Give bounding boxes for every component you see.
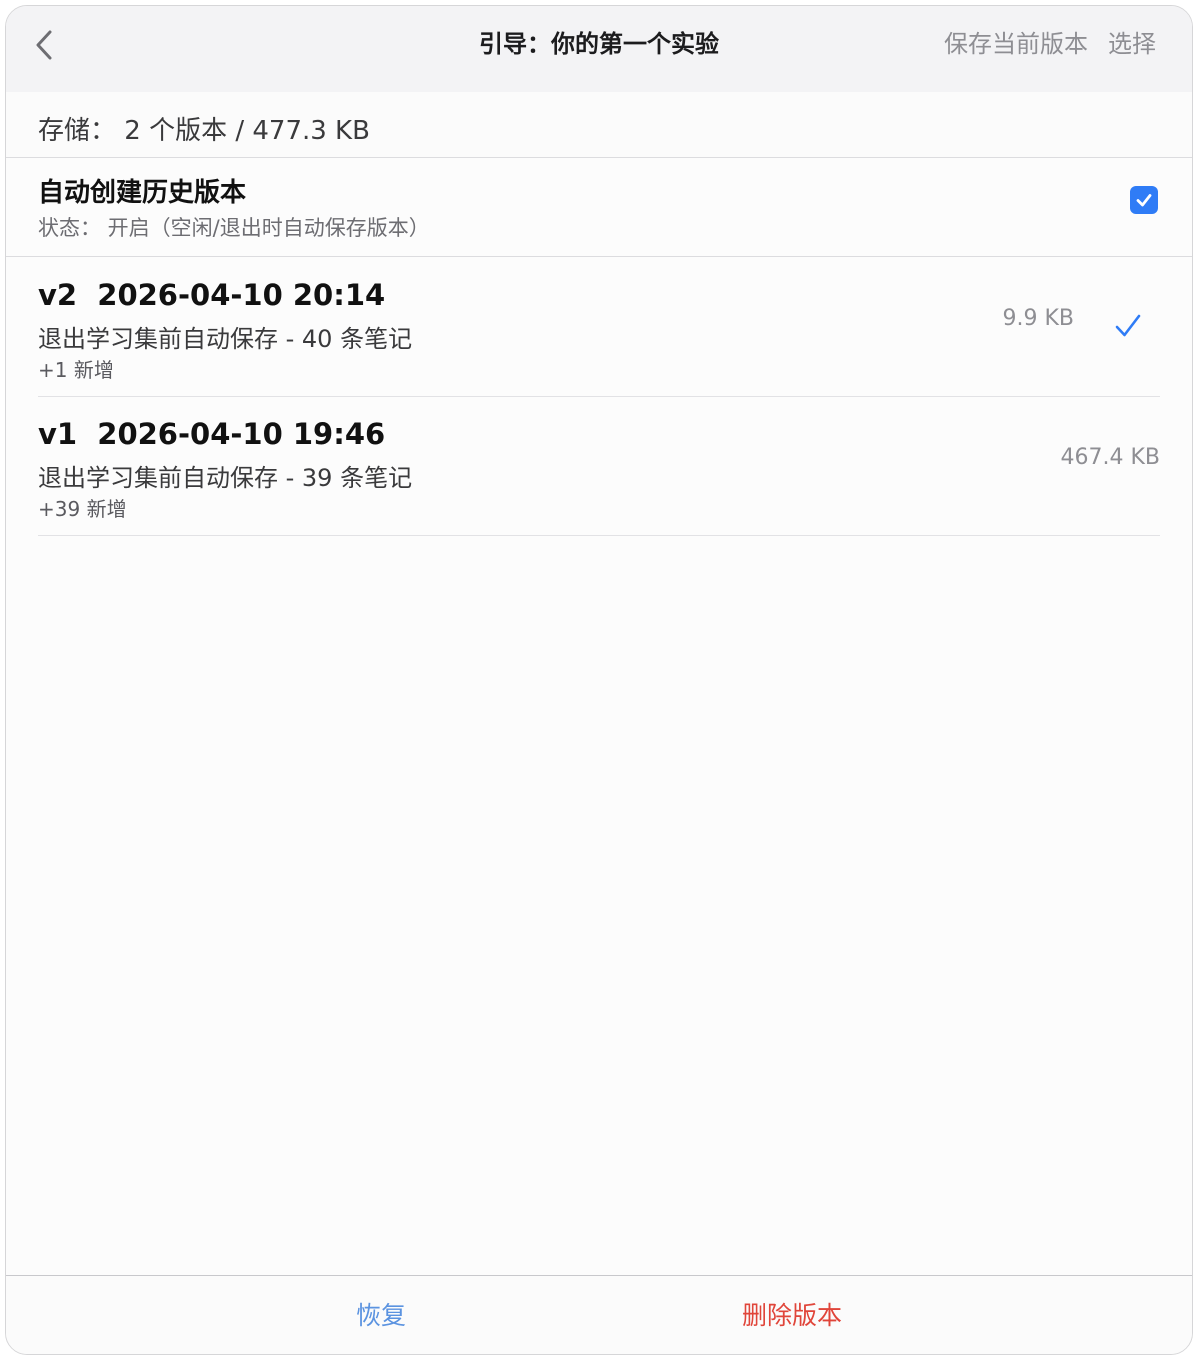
- version-title: v1 2026-04-10 19:46: [38, 417, 386, 451]
- version-change: +39 新增: [38, 497, 127, 521]
- selected-checkmark-icon: [1115, 314, 1141, 337]
- storage-text: 存储： 2 个版本 / 477.3 KB: [38, 116, 370, 146]
- auto-version-title: 自动创建历史版本: [38, 178, 247, 208]
- restore-button[interactable]: 恢复: [356, 1296, 406, 1332]
- nav-actions: 保存当前版本 选择: [944, 24, 1156, 59]
- version-history-window: 引导：你的第一个实验 保存当前版本 选择 存储： 2 个版本 / 477.3 K…: [5, 5, 1193, 1355]
- nav-bar: 引导：你的第一个实验 保存当前版本 选择: [6, 6, 1192, 93]
- auto-version-setting[interactable]: 自动创建历史版本 状态： 开启（空闲/退出时自动保存版本）: [6, 158, 1192, 257]
- version-size: 467.4 KB: [1060, 445, 1161, 470]
- bottom-toolbar: 恢复 删除版本: [6, 1275, 1192, 1354]
- version-list: v2 2026-04-10 20:14 退出学习集前自动保存 - 40 条笔记 …: [38, 258, 1160, 536]
- version-title: v2 2026-04-10 20:14: [38, 278, 386, 312]
- version-item-v2[interactable]: v2 2026-04-10 20:14 退出学习集前自动保存 - 40 条笔记 …: [38, 258, 1160, 397]
- select-button[interactable]: 选择: [1108, 24, 1156, 59]
- chevron-left-icon: [36, 30, 52, 60]
- back-button[interactable]: [26, 20, 62, 70]
- version-description: 退出学习集前自动保存 - 39 条笔记: [38, 464, 413, 492]
- auto-version-checkbox[interactable]: [1130, 186, 1158, 214]
- save-current-version-button[interactable]: 保存当前版本: [944, 24, 1088, 59]
- auto-version-status: 状态： 开启（空闲/退出时自动保存版本）: [38, 216, 430, 240]
- version-item-v1[interactable]: v1 2026-04-10 19:46 退出学习集前自动保存 - 39 条笔记 …: [38, 397, 1160, 536]
- delete-version-button[interactable]: 删除版本: [742, 1296, 842, 1332]
- checkmark-icon: [1136, 194, 1152, 207]
- version-size: 9.9 KB: [1002, 306, 1075, 331]
- storage-summary: 存储： 2 个版本 / 477.3 KB: [6, 92, 1192, 158]
- version-change: +1 新增: [38, 358, 114, 382]
- page-title: 引导：你的第一个实验: [479, 30, 719, 58]
- version-description: 退出学习集前自动保存 - 40 条笔记: [38, 325, 413, 353]
